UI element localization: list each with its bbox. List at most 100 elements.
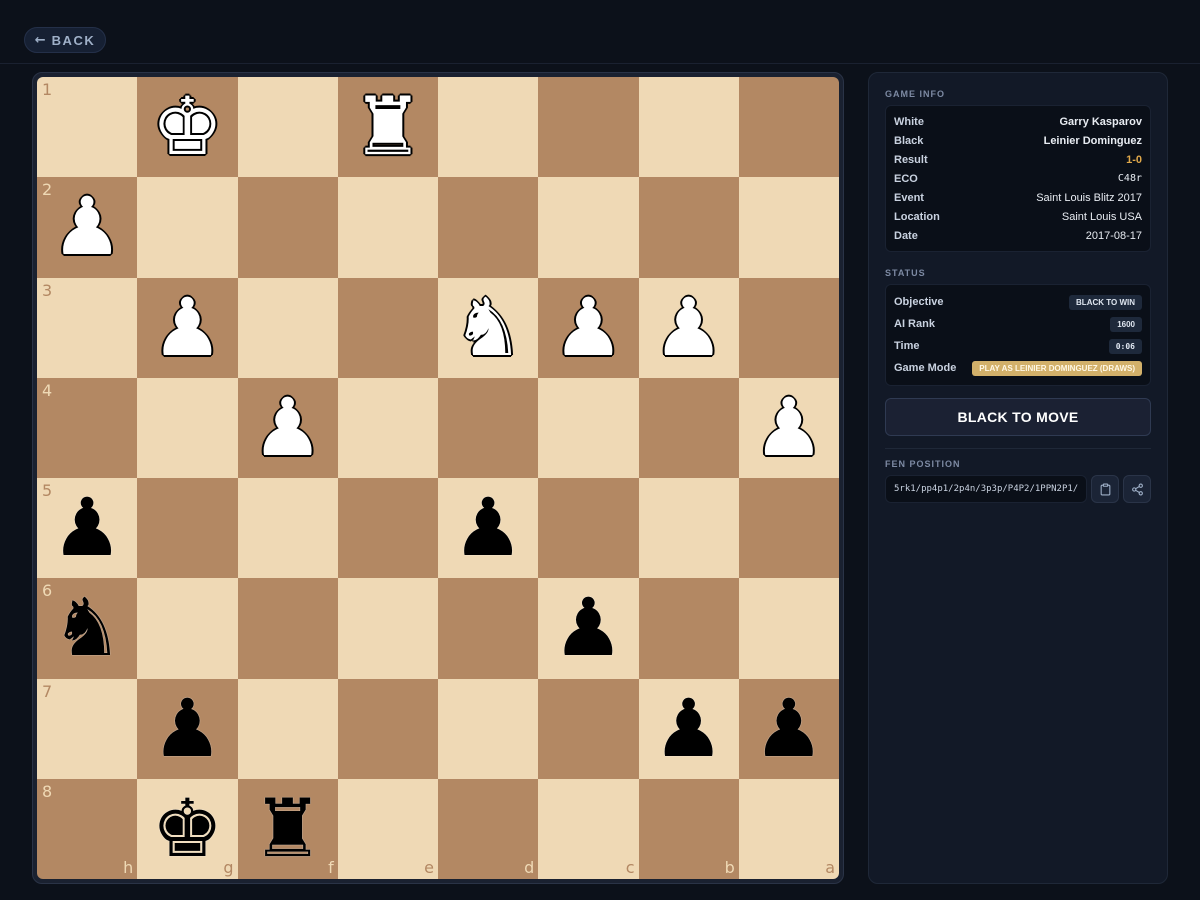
- square-b7[interactable]: ♟: [638, 678, 739, 779]
- white-pawn-icon[interactable]: ♟: [753, 387, 825, 468]
- square-d4[interactable]: [438, 377, 539, 478]
- square-g1[interactable]: ♚: [137, 77, 238, 178]
- square-e4[interactable]: [337, 377, 438, 478]
- rank-label: 5: [42, 481, 53, 500]
- square-h1[interactable]: 1: [37, 77, 138, 178]
- back-button[interactable]: ← BACK: [24, 27, 106, 53]
- square-e8[interactable]: e: [337, 778, 438, 879]
- square-d7[interactable]: [438, 678, 539, 779]
- square-g5[interactable]: [137, 478, 238, 579]
- square-a4[interactable]: ♟: [738, 377, 839, 478]
- square-b8[interactable]: b: [638, 778, 739, 879]
- square-d1[interactable]: [438, 77, 539, 178]
- white-pawn-icon[interactable]: ♟: [252, 387, 324, 468]
- game-info-card: White Garry Kasparov Black Leinier Domin…: [885, 105, 1151, 252]
- square-h5[interactable]: 5 ♟: [37, 478, 138, 579]
- file-label: f: [328, 858, 334, 877]
- white-rook-icon[interactable]: ♜: [352, 87, 424, 167]
- square-h2[interactable]: 2 ♟: [37, 177, 138, 278]
- square-h7[interactable]: 7: [37, 678, 138, 779]
- rank-label: 7: [42, 681, 53, 701]
- square-g3[interactable]: ♟: [137, 277, 238, 378]
- square-f6[interactable]: [237, 578, 338, 679]
- white-pawn-icon[interactable]: ♟: [553, 287, 625, 368]
- square-e2[interactable]: [337, 177, 438, 278]
- info-row-location: Location Saint Louis USA: [894, 207, 1142, 226]
- square-c3[interactable]: ♟: [538, 277, 639, 378]
- share-button[interactable]: [1123, 475, 1151, 503]
- square-h6[interactable]: 6 ♞: [37, 578, 138, 679]
- square-h8[interactable]: 8h: [37, 778, 138, 879]
- square-b5[interactable]: [638, 478, 739, 579]
- square-b2[interactable]: [638, 177, 739, 278]
- black-pawn-icon[interactable]: ♟: [753, 688, 825, 769]
- square-f7[interactable]: [237, 678, 338, 779]
- square-g2[interactable]: [137, 177, 238, 278]
- square-a1[interactable]: [738, 77, 839, 178]
- white-knight-icon[interactable]: ♞: [452, 287, 524, 368]
- square-a2[interactable]: [738, 177, 839, 278]
- square-c4[interactable]: [538, 377, 639, 478]
- game-mode-badge[interactable]: PLAY AS LEINIER DOMINGUEZ (DRAWS): [972, 360, 1142, 376]
- turn-indicator-button[interactable]: BLACK TO MOVE: [885, 398, 1151, 436]
- chess-board[interactable]: 1 ♚ ♜ 2 ♟ 3 ♟ ♞ ♟ ♟ 4 ♟ ♟ 5 ♟ ♟ 6 ♞ ♟ 7 ♟ ♟ ♟ 8 h g ♚ f ♜ e d c b a: [37, 77, 839, 879]
- square-e7[interactable]: [337, 678, 438, 779]
- square-c1[interactable]: [538, 77, 639, 178]
- square-d3[interactable]: ♞: [438, 277, 539, 378]
- square-g8[interactable]: g ♚: [137, 778, 238, 879]
- black-knight-icon[interactable]: ♞: [51, 588, 123, 668]
- square-f4[interactable]: ♟: [237, 377, 338, 478]
- white-pawn-icon[interactable]: ♟: [152, 287, 224, 368]
- square-a6[interactable]: [738, 578, 839, 679]
- square-f2[interactable]: [237, 177, 338, 278]
- square-c7[interactable]: [538, 678, 639, 779]
- status-row-ai-rank: AI Rank 1600: [894, 313, 1142, 335]
- square-a7[interactable]: ♟: [738, 678, 839, 779]
- white-pawn-icon[interactable]: ♟: [51, 187, 123, 267]
- square-f8[interactable]: f ♜: [237, 778, 338, 879]
- square-c2[interactable]: [538, 177, 639, 278]
- square-b1[interactable]: [638, 77, 739, 178]
- square-h4[interactable]: 4: [37, 377, 138, 478]
- rank-label: 4: [42, 380, 53, 400]
- square-b4[interactable]: [638, 377, 739, 478]
- square-f1[interactable]: [237, 77, 338, 178]
- black-king-icon[interactable]: ♚: [152, 788, 224, 869]
- ai-rank-badge: 1600: [1110, 316, 1142, 332]
- square-e6[interactable]: [337, 578, 438, 679]
- status-row-game-mode: Game Mode PLAY AS LEINIER DOMINGUEZ (DRA…: [894, 357, 1142, 379]
- square-c6[interactable]: ♟: [538, 578, 639, 679]
- square-e1[interactable]: ♜: [337, 77, 438, 178]
- white-king-icon[interactable]: ♚: [152, 87, 224, 167]
- rank-label: 1: [42, 80, 53, 99]
- black-pawn-icon[interactable]: ♟: [653, 688, 725, 769]
- square-e3[interactable]: [337, 277, 438, 378]
- info-value-location: Saint Louis USA: [1061, 210, 1142, 223]
- square-h3[interactable]: 3: [37, 277, 138, 378]
- square-g7[interactable]: ♟: [137, 678, 238, 779]
- square-g4[interactable]: [137, 377, 238, 478]
- square-f5[interactable]: [237, 478, 338, 579]
- square-d6[interactable]: [438, 578, 539, 679]
- square-a8[interactable]: a: [738, 778, 839, 879]
- square-b6[interactable]: [638, 578, 739, 679]
- square-c8[interactable]: c: [538, 778, 639, 879]
- white-pawn-icon[interactable]: ♟: [653, 287, 725, 368]
- black-rook-icon[interactable]: ♜: [252, 788, 324, 869]
- square-e5[interactable]: [337, 478, 438, 579]
- square-d8[interactable]: d: [438, 778, 539, 879]
- copy-fen-button[interactable]: [1091, 475, 1119, 503]
- black-pawn-icon[interactable]: ♟: [51, 488, 123, 568]
- square-a5[interactable]: [738, 478, 839, 579]
- black-pawn-icon[interactable]: ♟: [452, 488, 524, 568]
- square-c5[interactable]: [538, 478, 639, 579]
- square-a3[interactable]: [738, 277, 839, 378]
- fen-input[interactable]: [885, 475, 1087, 503]
- black-pawn-icon[interactable]: ♟: [152, 688, 224, 769]
- square-g6[interactable]: [137, 578, 238, 679]
- square-d5[interactable]: ♟: [438, 478, 539, 579]
- black-pawn-icon[interactable]: ♟: [553, 588, 625, 668]
- square-b3[interactable]: ♟: [638, 277, 739, 378]
- square-f3[interactable]: [237, 277, 338, 378]
- square-d2[interactable]: [438, 177, 539, 278]
